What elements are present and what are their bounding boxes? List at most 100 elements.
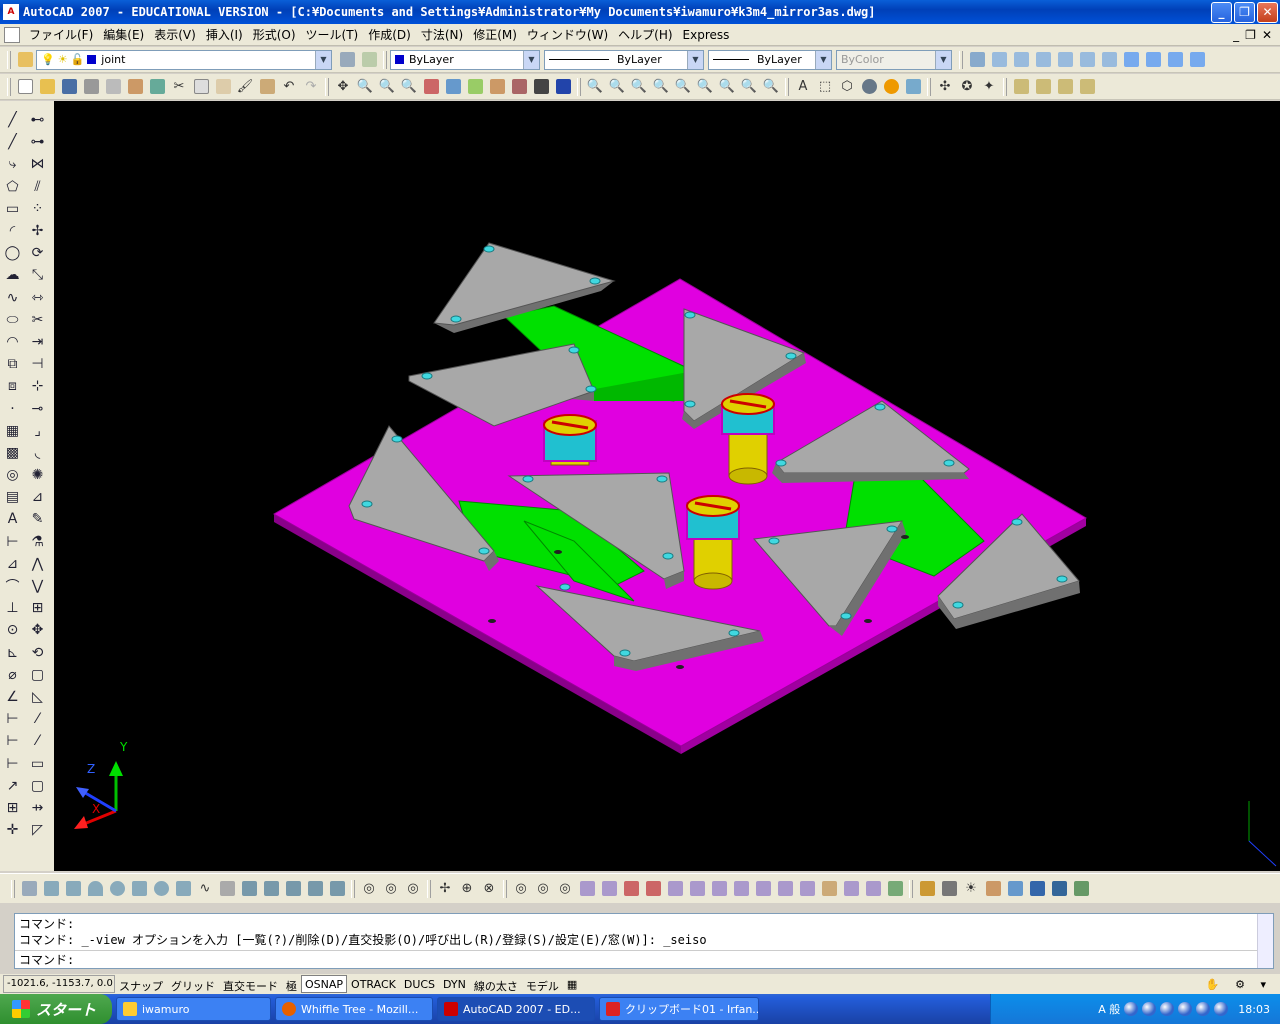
menu-insert[interactable]: 挿入(I) xyxy=(201,26,248,43)
menu-dimension[interactable]: 寸法(N) xyxy=(416,26,468,43)
pan-realtime-icon[interactable]: ✥ xyxy=(332,76,354,98)
insert-block-icon[interactable]: ⧉ xyxy=(2,353,24,375)
intersect-solid-icon[interactable]: ◎ xyxy=(402,878,424,900)
menu-draw[interactable]: 作成(D) xyxy=(363,26,416,43)
status-tray-icons[interactable]: ✋ ⚙ ▾ xyxy=(1206,978,1272,991)
hidden-style-icon[interactable] xyxy=(858,76,880,98)
region-icon[interactable]: ◎ xyxy=(2,464,24,486)
gradient-icon[interactable]: ▩ xyxy=(2,442,24,464)
tray-icon[interactable] xyxy=(1214,1002,1229,1016)
check-solid-icon[interactable] xyxy=(884,878,906,900)
visual-styles-manager-icon[interactable] xyxy=(902,76,924,98)
toolbar-grip[interactable] xyxy=(959,50,963,69)
imprint-icon[interactable]: ▭ xyxy=(27,752,49,774)
sheet-set-icon[interactable] xyxy=(486,76,508,98)
ducs-toggle[interactable]: DUCS xyxy=(400,975,439,993)
sphere-icon[interactable] xyxy=(106,878,128,900)
chamfer-icon[interactable]: ⌟ xyxy=(27,420,49,442)
break-icon[interactable]: ⊹ xyxy=(27,375,49,397)
tolerance-icon[interactable]: ⊞ xyxy=(2,797,24,819)
line-icon[interactable]: ╱ xyxy=(2,109,24,131)
union-icon[interactable]: ⋀ xyxy=(27,553,49,575)
box-solid-icon[interactable] xyxy=(40,878,62,900)
edit-text-icon[interactable]: ✎ xyxy=(27,508,49,530)
start-button[interactable]: スタート xyxy=(0,994,112,1024)
realistic-style-icon[interactable] xyxy=(880,76,902,98)
delete-faces-icon[interactable] xyxy=(642,878,664,900)
color-edges-icon[interactable] xyxy=(774,878,796,900)
zoom-window-icon[interactable]: 🔍 xyxy=(376,76,398,98)
rotate-faces-icon[interactable] xyxy=(664,878,686,900)
point-icon[interactable]: · xyxy=(2,397,24,419)
cone-icon[interactable] xyxy=(84,878,106,900)
lineweight-toggle[interactable]: 線の太さ xyxy=(470,975,522,993)
toolbar-grip[interactable] xyxy=(351,879,355,898)
zoom-dynamic-icon[interactable]: 🔍 xyxy=(606,76,628,98)
multiline-text-icon[interactable]: A xyxy=(2,508,24,530)
pyramid-icon[interactable] xyxy=(172,878,194,900)
zoom-extents-icon[interactable]: 🔍 xyxy=(760,76,782,98)
open-file-icon[interactable] xyxy=(36,76,58,98)
extrude-icon[interactable] xyxy=(238,878,260,900)
se-iso-icon[interactable] xyxy=(1142,49,1164,71)
paste-icon[interactable] xyxy=(212,76,234,98)
tool-palettes-icon[interactable] xyxy=(464,76,486,98)
make-block-icon[interactable]: ⧈ xyxy=(2,375,24,397)
dim-jogged-icon[interactable]: ⊾ xyxy=(2,642,24,664)
help-icon[interactable] xyxy=(552,76,574,98)
tray-icon[interactable] xyxy=(1142,1002,1157,1016)
render-icon[interactable] xyxy=(916,878,938,900)
toolbar-grip[interactable] xyxy=(503,879,507,898)
subtract-icon[interactable]: ⋁ xyxy=(27,575,49,597)
text-style-icon[interactable]: A xyxy=(792,76,814,98)
spline-icon[interactable]: ∿ xyxy=(2,287,24,309)
task-iwamuro[interactable]: iwamuro xyxy=(116,997,271,1021)
color-dropdown[interactable]: ByLayer ▼ xyxy=(390,49,540,70)
restore-button[interactable]: ❐ xyxy=(1234,1,1255,23)
color-faces-icon[interactable] xyxy=(730,878,752,900)
mapping-icon[interactable] xyxy=(1004,878,1026,900)
toolbar-grip[interactable] xyxy=(1003,77,1007,96)
lineweight-dropdown[interactable]: ByLayer ▼ xyxy=(708,49,832,70)
orbit-icon[interactable]: ✣ xyxy=(934,76,956,98)
grid-toggle[interactable]: グリッド xyxy=(167,975,219,993)
taper-faces-icon[interactable] xyxy=(686,878,708,900)
dimension-continue-icon[interactable] xyxy=(1076,76,1098,98)
offset-faces-icon[interactable] xyxy=(620,878,642,900)
toolbar-grip[interactable] xyxy=(785,77,789,96)
move-faces-icon[interactable] xyxy=(598,878,620,900)
menu-view[interactable]: 表示(V) xyxy=(149,26,201,43)
zoom-realtime-icon[interactable]: 🔍 xyxy=(354,76,376,98)
3d-align-icon[interactable]: ⊗ xyxy=(478,878,500,900)
doc-restore-icon[interactable]: ❐ xyxy=(1245,28,1256,42)
torus-icon[interactable] xyxy=(150,878,172,900)
shell-icon[interactable]: ⇸ xyxy=(27,797,49,819)
advanced-render-icon[interactable] xyxy=(1048,878,1070,900)
helix-icon[interactable]: ∿ xyxy=(194,878,216,900)
dim-arc-icon[interactable]: ⌒ xyxy=(2,575,24,597)
trim-icon[interactable]: ✂ xyxy=(27,309,49,331)
new-file-icon[interactable] xyxy=(14,76,36,98)
zoom-all-icon[interactable]: 🔍 xyxy=(738,76,760,98)
ne-iso-icon[interactable] xyxy=(1164,49,1186,71)
doc-close-icon[interactable]: ✕ xyxy=(1262,28,1272,42)
menu-format[interactable]: 形式(O) xyxy=(248,26,301,43)
move-icon[interactable]: ✢ xyxy=(27,220,49,242)
undo-icon[interactable]: ↶ xyxy=(278,76,300,98)
task-autocad[interactable]: AutoCAD 2007 - ED... xyxy=(437,997,595,1021)
copy-icon[interactable] xyxy=(190,76,212,98)
dim-linear-icon[interactable]: ⊢ xyxy=(2,531,24,553)
redo-icon[interactable]: ↷ xyxy=(300,76,322,98)
hatch-icon[interactable]: ▦ xyxy=(2,420,24,442)
menu-help[interactable]: ヘルプ(H) xyxy=(613,26,677,43)
ellipse-icon[interactable]: ⬭ xyxy=(2,309,24,331)
match-properties-icon[interactable]: 🖌 xyxy=(234,76,256,98)
extrude-faces-icon[interactable] xyxy=(576,878,598,900)
dim-baseline-icon[interactable]: ⊢ xyxy=(2,730,24,752)
copy-object-icon[interactable]: ⊶ xyxy=(27,131,49,153)
loft-icon[interactable] xyxy=(326,878,348,900)
chevron-down-icon[interactable]: ▼ xyxy=(315,50,331,69)
clock[interactable]: 18:03 xyxy=(1238,1003,1270,1016)
cut-icon[interactable]: ✂ xyxy=(168,76,190,98)
revision-cloud-icon[interactable]: ☁ xyxy=(2,264,24,286)
